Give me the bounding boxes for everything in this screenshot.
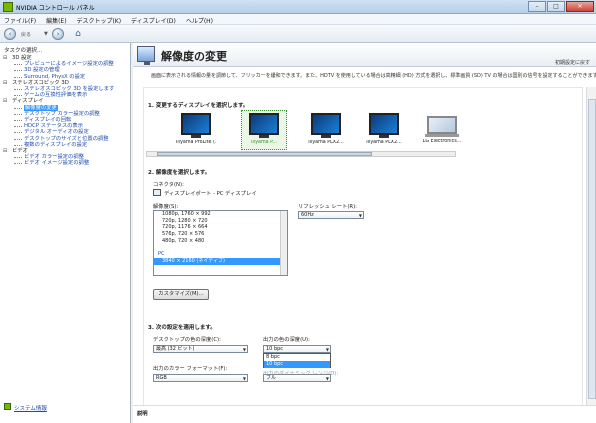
nvidia-logo-icon xyxy=(3,2,13,12)
output-color-format-select[interactable]: RGB xyxy=(153,374,248,382)
forward-arrow-icon[interactable]: › xyxy=(52,28,64,40)
connector-value: ディスプレイポート - PC ディスプレイ xyxy=(164,191,257,197)
task-sidebar: タスクの選択... 3D 設定 プレビューによるイメージ設定の調整 3D 設定の… xyxy=(0,43,131,423)
connector-label: コネクタ(N): xyxy=(153,182,184,188)
display-monitor-3[interactable]: Iiiyama PLX2... xyxy=(306,113,346,145)
tree-item[interactable]: ビデオ イメージ設定の調整 xyxy=(0,160,131,166)
monitor-icon xyxy=(369,113,399,135)
back-label[interactable]: 戻る xyxy=(21,31,31,38)
back-history-dropdown[interactable]: ▼ xyxy=(44,31,48,37)
system-info-link[interactable]: システム情報 xyxy=(14,404,47,412)
output-dynamic-range-select[interactable]: フル xyxy=(263,374,331,382)
section-select-display: 1. 変更するディスプレイを選択します。 xyxy=(148,103,249,109)
window-title: NVIDIA コントロール パネル xyxy=(16,5,95,12)
resolution-group-pc: PC xyxy=(158,251,165,258)
refresh-rate-label: リフレッシュ レート(R): xyxy=(298,204,357,210)
display-monitor-1[interactable]: Iiiyama ProLite (1/2) xyxy=(176,113,216,145)
page-description: 画面に表示される情報の量を調節して、フリッカーを緩和できます。また、HDTV を… xyxy=(151,73,596,79)
monitor-icon xyxy=(181,113,211,135)
toolbar: ‹ 戻る ▼ › ⌂ xyxy=(0,25,596,43)
display-page-icon xyxy=(137,46,155,65)
resolution-separator xyxy=(154,245,287,252)
output-depth-option[interactable]: 8 bpc xyxy=(264,354,330,361)
output-color-depth-dropdown: 8 bpc 10 bpc xyxy=(263,353,331,368)
system-info-icon xyxy=(4,403,11,410)
laptop-icon xyxy=(427,116,457,134)
restore-defaults-link[interactable]: 初期設定に戻す xyxy=(555,59,590,66)
resolution-list-scrollbar[interactable] xyxy=(280,211,287,275)
resolution-list[interactable]: 1080p, 1760 × 992 720p, 1280 × 720 720p,… xyxy=(153,210,288,276)
resolution-label: 解像度(S): xyxy=(153,204,179,210)
output-color-depth-select[interactable]: 10 bpc xyxy=(263,345,331,353)
monitor-label: Iiiyama ProLite (1/2) xyxy=(176,140,216,145)
customize-button[interactable]: カスタマイズ(M)... xyxy=(153,289,209,300)
display-list-scrollbar[interactable] xyxy=(146,151,456,157)
scroll-thumb[interactable] xyxy=(157,152,372,156)
resolution-option[interactable]: 1080p, 1760 × 992 xyxy=(154,211,287,218)
monitor-label: Iiiyama PLX2... xyxy=(366,140,402,145)
resolution-option[interactable]: 576p, 720 × 576 xyxy=(154,231,287,238)
title-bar: NVIDIA コントロール パネル – □ ✕ xyxy=(0,0,596,14)
resolution-option[interactable]: 480p, 720 × 480 xyxy=(154,238,287,245)
section-apply-settings: 3. 次の設定を適用します。 xyxy=(148,325,216,331)
resolution-option[interactable]: 720p, 1280 × 720 xyxy=(154,218,287,225)
home-icon[interactable]: ⌂ xyxy=(72,28,84,40)
display-monitor-4[interactable]: Iiiyama PLX2... xyxy=(364,113,404,145)
refresh-rate-select[interactable]: 60Hz xyxy=(298,211,364,219)
display-monitor-2[interactable]: Iiiyama P... xyxy=(241,110,287,150)
monitor-icon xyxy=(249,113,279,135)
task-tree: 3D 設定 プレビューによるイメージ設定の調整 3D 設定の管理 Surroun… xyxy=(0,55,131,167)
menu-file[interactable]: ファイル(F) xyxy=(0,14,40,25)
vertical-scrollbar[interactable] xyxy=(586,87,596,421)
desktop-color-depth-label: デスクトップの色の深度(C): xyxy=(153,337,221,343)
menu-bar: ファイル(F) 編集(E) デスクトップ(K) ディスプレイ(D) ヘルプ(H) xyxy=(0,14,596,25)
section-select-resolution: 2. 解像度を選択します。 xyxy=(148,170,211,176)
display-monitor-5[interactable]: LG Electronics... xyxy=(422,113,462,144)
output-color-format-label: 出力のカラー フォーマット(F): xyxy=(153,366,228,372)
output-depth-option-selected[interactable]: 10 bpc xyxy=(264,361,330,368)
scroll-thumb[interactable] xyxy=(588,99,596,399)
menu-help[interactable]: ヘルプ(H) xyxy=(182,14,217,25)
resolution-option[interactable]: 720p, 1176 × 664 xyxy=(154,224,287,231)
menu-edit[interactable]: 編集(E) xyxy=(42,14,70,25)
explanation-label: 説明 xyxy=(137,411,148,417)
back-arrow-icon[interactable]: ‹ xyxy=(4,28,16,40)
desktop-color-depth-select[interactable]: 最高 (32 ビット) xyxy=(153,345,248,353)
page-title: 解像度の変更 xyxy=(161,50,227,63)
monitor-icon xyxy=(311,113,341,135)
page-header: 解像度の変更 初期設定に戻す xyxy=(133,43,596,67)
sidebar-heading: タスクの選択... xyxy=(4,48,43,54)
connector-icon xyxy=(153,189,161,196)
resolution-option-selected[interactable]: 3840 × 2160 (ネイティブ) xyxy=(154,257,287,265)
maximize-button[interactable]: □ xyxy=(547,1,565,12)
menu-display[interactable]: ディスプレイ(D) xyxy=(127,14,180,25)
window-controls: – □ ✕ xyxy=(527,1,594,13)
output-color-depth-label: 出力の色の深度(U): xyxy=(263,337,310,343)
explanation-area: 説明 xyxy=(133,405,596,423)
monitor-label: Iiiyama PLX2... xyxy=(308,140,344,145)
monitor-label: LG Electronics... xyxy=(422,139,462,144)
close-button[interactable]: ✕ xyxy=(566,1,594,12)
menu-desktop[interactable]: デスクトップ(K) xyxy=(72,14,125,25)
minimize-button[interactable]: – xyxy=(528,1,546,12)
monitor-label: Iiiyama P... xyxy=(251,140,277,145)
